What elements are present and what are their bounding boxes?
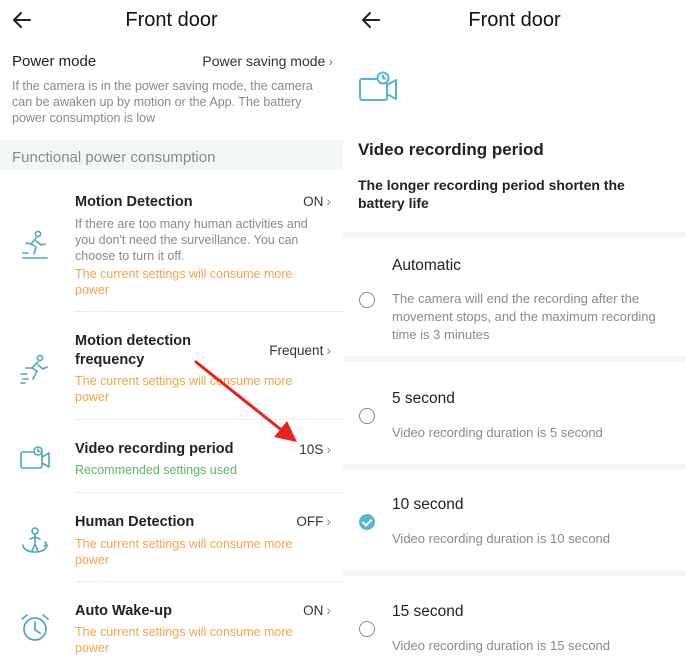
motion-detection-value-text: ON <box>303 193 324 209</box>
option-description: Video recording duration is 10 second <box>392 531 611 546</box>
motion-detection-title: Motion Detection <box>75 194 193 210</box>
chevron-right-icon: › <box>328 53 333 69</box>
chevron-right-icon: › <box>326 602 331 618</box>
radio-button[interactable] <box>359 621 375 637</box>
power-mode-value[interactable]: Power saving mode › <box>202 53 333 69</box>
page-title: Front door <box>125 9 218 31</box>
human-detection-value-text: OFF <box>296 513 324 529</box>
power-mode-value-text: Power saving mode <box>202 53 326 69</box>
option-title: 15 second <box>392 603 464 620</box>
video-recording-period-value[interactable]: 10S › <box>299 441 331 457</box>
radio-button-checked[interactable] <box>359 514 375 530</box>
motion-detection-note: The current settings will consume more p… <box>75 267 293 297</box>
chevron-right-icon: › <box>326 193 331 209</box>
auto-wakeup-value[interactable]: ON › <box>303 602 331 618</box>
top-bar: Front door <box>0 0 343 40</box>
auto-wakeup-title: Auto Wake-up <box>75 603 172 619</box>
option-description: The camera will end the recording after … <box>392 291 656 342</box>
top-bar: Front door <box>343 0 686 40</box>
option-title: 5 second <box>392 390 455 407</box>
motion-frequency-value[interactable]: Frequent › <box>269 342 331 358</box>
motion-detection-description: If there are too many human activities a… <box>75 217 308 263</box>
power-mode-row[interactable]: Power mode Power saving mode › <box>12 50 333 72</box>
video-recording-period-title: Video recording period <box>75 441 234 457</box>
human-detection-icon <box>22 527 48 553</box>
option-15-second[interactable]: 15 second Video recording duration is 15… <box>343 576 686 658</box>
video-recording-period-note: Recommended settings used <box>75 463 237 477</box>
option-description: Video recording duration is 5 second <box>392 425 603 440</box>
option-5-second[interactable]: 5 second Video recording duration is 5 s… <box>343 362 686 464</box>
motion-detection-value[interactable]: ON › <box>303 193 331 209</box>
page-title: Front door <box>468 9 561 31</box>
option-title: 10 second <box>392 496 464 513</box>
motion-frequency-title: Motion detection frequency <box>75 333 191 368</box>
fast-running-person-icon <box>20 354 48 384</box>
human-detection-title: Human Detection <box>75 514 195 530</box>
radio-button[interactable] <box>359 292 375 308</box>
alarm-clock-icon <box>21 614 49 641</box>
video-camera-clock-icon <box>359 71 397 101</box>
option-automatic[interactable]: Automatic The camera will end the record… <box>343 238 686 356</box>
auto-wakeup-note: The current settings will consume more p… <box>75 625 293 655</box>
video-recording-period-row[interactable]: Video recording period 10S › Recommended… <box>0 420 343 492</box>
section-title: Functional power consumption <box>12 149 216 166</box>
motion-frequency-value-text: Frequent <box>269 342 324 358</box>
power-mode-description: If the camera is in the power saving mod… <box>12 79 313 125</box>
motion-frequency-row[interactable]: Motion detection frequency Frequent › Th… <box>0 312 343 418</box>
video-recording-period-panel: Front door Video recording period The lo… <box>343 0 686 658</box>
chevron-right-icon: › <box>326 342 331 358</box>
option-title: Automatic <box>392 257 461 274</box>
option-description: Video recording duration is 15 second <box>392 638 611 653</box>
human-detection-note: The current settings will consume more p… <box>75 537 293 567</box>
option-10-second[interactable]: 10 second Video recording duration is 10… <box>343 470 686 570</box>
motion-frequency-note: The current settings will consume more p… <box>75 374 293 404</box>
settings-panel: Front door Power mode Power saving mode … <box>0 0 343 658</box>
power-mode-label: Power mode <box>12 52 97 70</box>
section-heading: Video recording period <box>358 140 544 159</box>
auto-wakeup-row[interactable]: Auto Wake-up ON › The current settings w… <box>0 582 343 658</box>
section-subheading: The longer recording period shorten the … <box>358 177 625 211</box>
motion-detection-row[interactable]: Motion Detection ON › If there are too m… <box>0 180 343 308</box>
human-detection-value[interactable]: OFF › <box>296 513 331 529</box>
auto-wakeup-value-text: ON <box>303 602 324 618</box>
running-person-icon <box>22 230 48 259</box>
chevron-right-icon: › <box>326 441 331 457</box>
video-camera-clock-icon <box>20 446 50 469</box>
radio-button[interactable] <box>359 408 375 424</box>
chevron-right-icon: › <box>326 513 331 529</box>
video-recording-period-value-text: 10S <box>299 441 324 457</box>
human-detection-row[interactable]: Human Detection OFF › The current settin… <box>0 493 343 581</box>
